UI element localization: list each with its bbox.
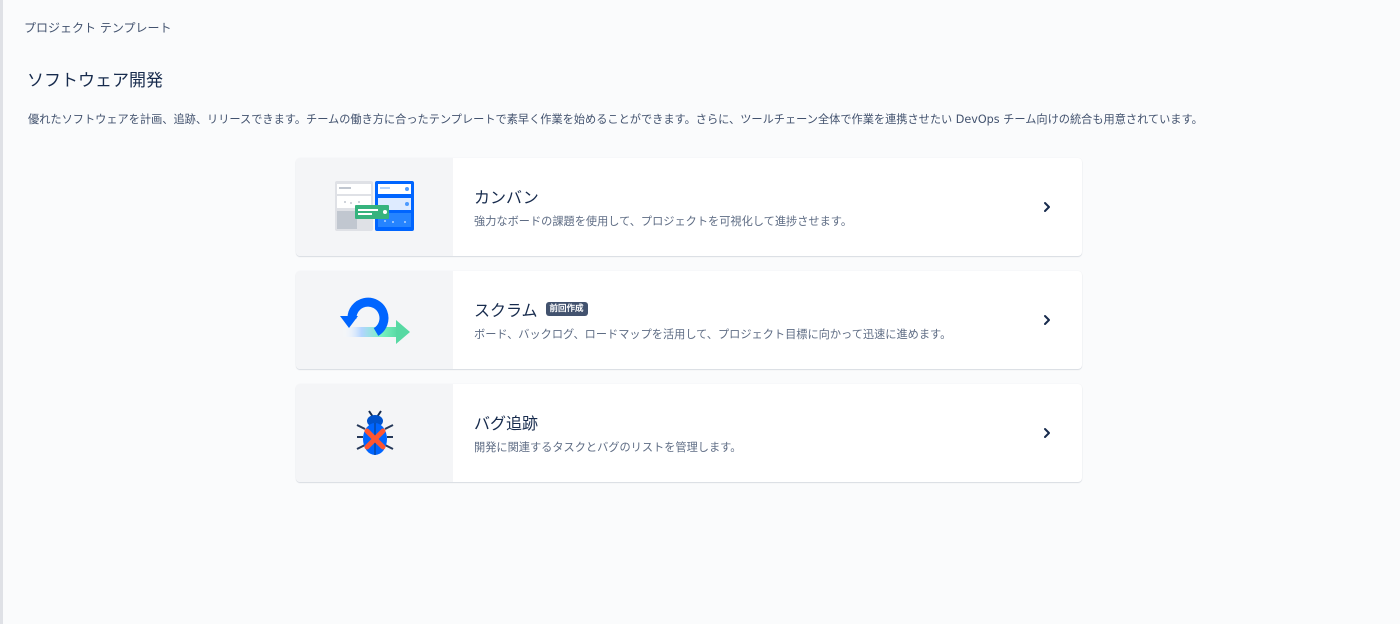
breadcrumb[interactable]: プロジェクト テンプレート <box>24 19 171 36</box>
recently-created-badge: 前回作成 <box>545 302 588 316</box>
template-list: カンバン 強力なボードの課題を使用して、プロジェクトを可視化して進捗させます。 <box>296 158 1082 497</box>
bug-illustration <box>296 384 453 482</box>
scrum-illustration <box>296 271 453 369</box>
chevron-right-icon[interactable] <box>1040 313 1054 327</box>
template-card-scrum[interactable]: スクラム 前回作成 ボード、バックログ、ロードマップを活用して、プロジェクト目標… <box>296 271 1082 369</box>
template-card-bug-tracking[interactable]: バグ追跡 開発に関連するタスクとバグのリストを管理します。 <box>296 384 1082 482</box>
card-body: バグ追跡 開発に関連するタスクとバグのリストを管理します。 <box>453 384 1082 482</box>
bug-icon <box>356 410 393 455</box>
card-description: 開発に関連するタスクとバグのリストを管理します。 <box>474 441 742 454</box>
chevron-right-icon[interactable] <box>1040 426 1054 440</box>
card-title: バグ追跡 <box>474 410 962 434</box>
kanban-board-icon <box>334 181 414 231</box>
card-description: 強力なボードの課題を使用して、プロジェクトを可視化して進捗させます。 <box>474 215 853 228</box>
card-body: カンバン 強力なボードの課題を使用して、プロジェクトを可視化して進捗させます。 <box>453 158 1082 256</box>
card-title: カンバン <box>474 184 962 208</box>
kanban-illustration <box>296 158 453 256</box>
page-description: 優れたソフトウェアを計画、追跡、リリースできます。チームの働き方に合ったテンプレ… <box>28 113 1203 126</box>
card-description: ボード、バックログ、ロードマップを活用して、プロジェクト目標に向かって迅速に進め… <box>474 328 952 341</box>
card-title-text: バグ追跡 <box>474 414 539 433</box>
scrum-cycle-icon <box>339 297 410 344</box>
page: プロジェクト テンプレート ソフトウェア開発 優れたソフトウェアを計画、追跡、リ… <box>0 0 1400 624</box>
page-title: ソフトウェア開発 <box>27 71 163 91</box>
chevron-right-icon[interactable] <box>1040 200 1054 214</box>
card-title-text: スクラム <box>474 301 538 320</box>
card-title: スクラム 前回作成 <box>474 297 962 321</box>
card-body: スクラム 前回作成 ボード、バックログ、ロードマップを活用して、プロジェクト目標… <box>453 271 1082 369</box>
card-title-text: カンバン <box>474 188 539 207</box>
template-card-kanban[interactable]: カンバン 強力なボードの課題を使用して、プロジェクトを可視化して進捗させます。 <box>296 158 1082 256</box>
